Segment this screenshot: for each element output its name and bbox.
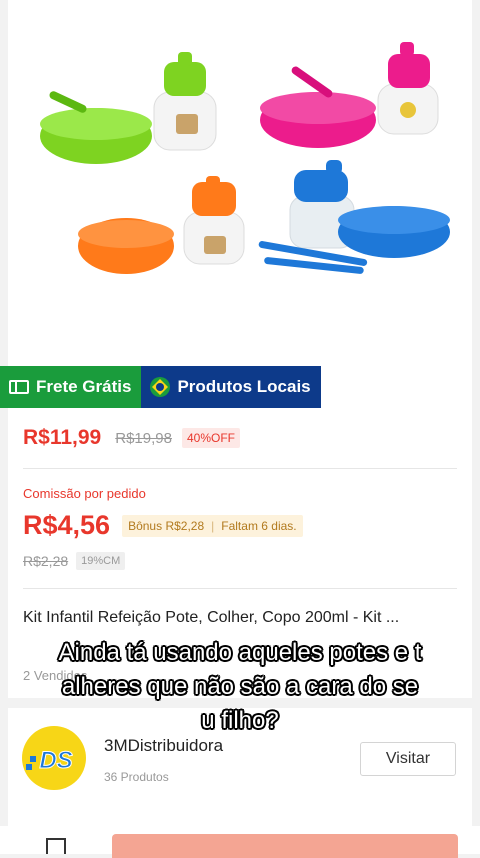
divider: [23, 468, 457, 469]
caption-line-2: alheres que não são a cara do se: [61, 673, 419, 700]
local-products-label: Produtos Locais: [177, 377, 311, 396]
original-price: R$19,98: [115, 429, 172, 447]
caption-line-3: u filho?: [201, 707, 279, 734]
ticket-icon: [8, 376, 30, 398]
commission-rate-row: R$2,28 19%CM: [23, 552, 126, 570]
commission-old-value: R$2,28: [23, 553, 69, 569]
bonus-remaining: Faltam 6 dias.: [221, 518, 297, 533]
commission-value: R$4,56: [23, 510, 111, 540]
commission-label: Comissão por pedido: [23, 486, 146, 501]
badges-row: Frete Grátis Produtos Locais: [0, 366, 321, 408]
bonus-badge: Bônus R$2,28 | Faltam 6 dias.: [122, 514, 303, 537]
primary-action-button[interactable]: [112, 834, 458, 858]
local-products-badge: Produtos Locais: [141, 366, 321, 408]
video-caption: Ainda tá usando aqueles potes e t alhere…: [0, 636, 480, 738]
bonus-label: Bônus R$2,28: [128, 518, 205, 533]
commission-rate-badge: 19%CM: [76, 552, 126, 570]
commission-row: R$4,56 Bônus R$2,28 | Faltam 6 dias.: [23, 510, 303, 541]
product-illustration: [40, 42, 450, 274]
current-price: R$11,99: [23, 426, 102, 449]
visit-store-button[interactable]: Visitar: [360, 742, 456, 776]
price-row: R$11,99 R$19,98 40%OFF: [23, 426, 240, 450]
discount-badge: 40%OFF: [181, 428, 240, 448]
divider: [23, 588, 457, 589]
free-shipping-label: Frete Grátis: [36, 377, 132, 396]
free-shipping-badge: Frete Grátis: [0, 366, 142, 408]
store-product-count: 36 Produtos: [104, 770, 169, 784]
product-image[interactable]: [8, 0, 472, 366]
caption-line-1: Ainda tá usando aqueles potes e t: [58, 639, 422, 666]
product-title: Kit Infantil Refeição Pote, Colher, Copo…: [23, 609, 400, 626]
brazil-flag-icon: [149, 376, 171, 398]
bottom-action-bar: [0, 826, 480, 858]
bonus-separator: |: [211, 518, 215, 533]
store-logo-graphic: DS: [26, 747, 73, 775]
store-name[interactable]: 3MDistribuidora: [104, 736, 223, 756]
svg-text:DS: DS: [39, 747, 72, 774]
store-icon[interactable]: [46, 838, 66, 854]
